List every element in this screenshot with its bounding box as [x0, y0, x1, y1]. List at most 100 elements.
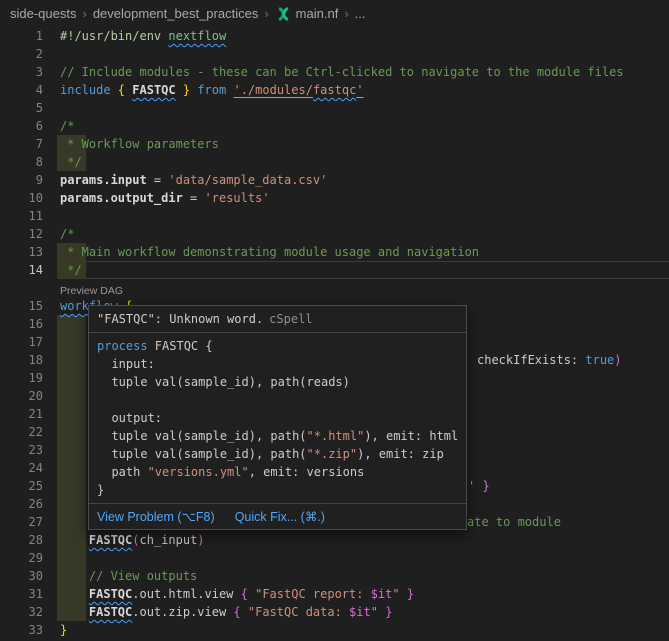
- line-content: [60, 99, 669, 117]
- code-token: ": [392, 587, 399, 601]
- code-token: [60, 587, 89, 601]
- code-token: [241, 605, 248, 619]
- code-token: ), emit: zip: [357, 447, 444, 461]
- line-content: /*: [60, 225, 669, 243]
- code-line-29[interactable]: 29: [0, 549, 669, 567]
- tooltip-code-line: tuple val(sample_id), path("*.zip"), emi…: [97, 445, 458, 463]
- line-number: 8: [0, 153, 60, 171]
- code-token: {: [233, 605, 240, 619]
- code-token: ), emit: html: [364, 429, 458, 443]
- code-line-3[interactable]: 3// Include modules - these can be Ctrl-…: [0, 63, 669, 81]
- code-token: #!/usr/bin/env: [60, 29, 168, 43]
- line-number: 15: [0, 297, 60, 315]
- code-line-7[interactable]: 7 * Workflow parameters: [0, 135, 669, 153]
- code-token: }: [385, 605, 392, 619]
- breadcrumb-separator: ›: [344, 6, 348, 21]
- line-number: 33: [0, 621, 60, 639]
- line-number: 4: [0, 81, 60, 99]
- line-number: 23: [0, 441, 60, 459]
- code-token: from: [197, 83, 226, 97]
- breadcrumb-separator: ›: [82, 6, 86, 21]
- line-number: 18: [0, 351, 60, 369]
- indent-highlight: [57, 513, 86, 531]
- code-fragment: checkIfExists: true): [477, 351, 622, 369]
- line-number: 30: [0, 567, 60, 585]
- indent-highlight: [57, 495, 86, 513]
- code-token: ate to module: [467, 515, 561, 529]
- breadcrumb-item-development-best-practices[interactable]: development_best_practices: [93, 6, 259, 21]
- indent-highlight: [57, 405, 86, 423]
- codelens-row: Preview DAG: [0, 279, 669, 297]
- breadcrumb-item-main-nf[interactable]: main.nf: [275, 6, 339, 21]
- code-token: params.output_dir: [60, 191, 183, 205]
- code-line-9[interactable]: 9params.input = 'data/sample_data.csv': [0, 171, 669, 189]
- code-token: process: [97, 339, 155, 353]
- breadcrumb-item--[interactable]: ...: [355, 6, 366, 21]
- code-line-28[interactable]: 28 FASTQC(ch_input): [0, 531, 669, 549]
- code-line-10[interactable]: 10params.output_dir = 'results': [0, 189, 669, 207]
- hover-tooltip: "FASTQC": Unknown word.cSpell process FA…: [88, 305, 467, 530]
- code-token: "versions.yml": [148, 465, 249, 479]
- line-number: 5: [0, 99, 60, 117]
- code-token: $it: [349, 605, 371, 619]
- line-content: // Include modules - these can be Ctrl-c…: [60, 63, 669, 81]
- code-token: {: [118, 83, 125, 97]
- code-token: }: [97, 483, 104, 497]
- tooltip-code: process FASTQC { input: tuple val(sample…: [89, 333, 466, 503]
- tooltip-code-line: input:: [97, 355, 458, 373]
- tooltip-code-line: }: [97, 481, 458, 499]
- code-line-8[interactable]: 8 */: [0, 153, 669, 171]
- code-token: fastqc: [313, 83, 356, 97]
- code-line-4[interactable]: 4include { FASTQC } from './modules/fast…: [0, 81, 669, 99]
- code-token: "FastQC data:: [248, 605, 349, 619]
- code-token: */: [60, 263, 82, 277]
- code-token: "*.zip": [307, 447, 358, 461]
- codelens-preview-dag[interactable]: Preview DAG: [60, 285, 123, 297]
- view-problem-action[interactable]: View Problem (⌥F8): [97, 509, 215, 524]
- code-line-2[interactable]: 2: [0, 45, 669, 63]
- code-token: ): [197, 533, 204, 547]
- breadcrumb-separator: ›: [264, 6, 268, 21]
- line-number: 14: [0, 261, 60, 279]
- code-token: true: [585, 353, 614, 367]
- code-line-5[interactable]: 5: [0, 99, 669, 117]
- line-number: 32: [0, 603, 60, 621]
- code-token: */: [60, 155, 82, 169]
- line-number: 10: [0, 189, 60, 207]
- code-line-14[interactable]: 14 */: [0, 261, 669, 279]
- code-token: $it: [371, 587, 393, 601]
- code-line-13[interactable]: 13 * Main workflow demonstrating module …: [0, 243, 669, 261]
- code-line-6[interactable]: 6/*: [0, 117, 669, 135]
- code-token: (: [132, 533, 139, 547]
- line-number: 1: [0, 27, 60, 45]
- code-line-33[interactable]: 33}: [0, 621, 669, 639]
- code-token: 'results': [205, 191, 270, 205]
- tooltip-code-line: tuple val(sample_id), path("*.html"), em…: [97, 427, 458, 445]
- line-number: 26: [0, 495, 60, 513]
- line-number: 29: [0, 549, 60, 567]
- quick-fix-action[interactable]: Quick Fix... (⌘.): [235, 509, 325, 524]
- code-token: tuple val(sample_id), path(: [97, 429, 307, 443]
- code-line-30[interactable]: 30 // View outputs: [0, 567, 669, 585]
- code-line-32[interactable]: 32 FASTQC.out.zip.view { "FastQC data: $…: [0, 603, 669, 621]
- indent-highlight: [57, 369, 86, 387]
- code-line-11[interactable]: 11: [0, 207, 669, 225]
- indent-highlight: [57, 549, 86, 567]
- code-line-12[interactable]: 12/*: [0, 225, 669, 243]
- code-token: nextflow: [168, 29, 226, 43]
- nextflow-logo-icon: [275, 7, 292, 21]
- tooltip-code-line: tuple val(sample_id), path(reads): [97, 373, 458, 391]
- indent-highlight: [57, 441, 86, 459]
- code-token: [400, 587, 407, 601]
- line-number: 16: [0, 315, 60, 333]
- indent-highlight: [57, 387, 86, 405]
- code-token: include: [60, 83, 118, 97]
- code-line-1[interactable]: 1#!/usr/bin/env nextflow: [0, 27, 669, 45]
- breadcrumb-item-side-quests[interactable]: side-quests: [10, 6, 76, 21]
- code-line-31[interactable]: 31 FASTQC.out.html.view { "FastQC report…: [0, 585, 669, 603]
- line-number: 7: [0, 135, 60, 153]
- breadcrumb-label: side-quests: [10, 6, 76, 21]
- code-token: }: [60, 623, 67, 637]
- indent-highlight: [57, 315, 86, 333]
- code-token: [176, 83, 183, 97]
